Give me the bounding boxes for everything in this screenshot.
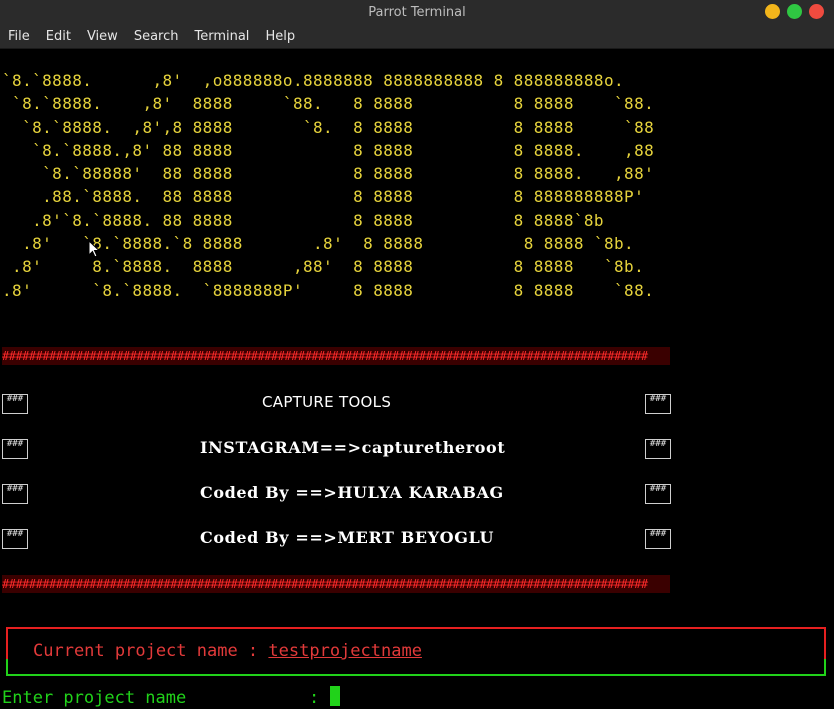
capture-row-author-1: ### Coded By ==>HULYA KARABAG ### xyxy=(0,483,834,506)
prompt-label: Enter project name : xyxy=(2,688,330,708)
author-1-text: Coded By ==>HULYA KARABAG xyxy=(200,483,504,502)
menu-file[interactable]: File xyxy=(0,29,38,44)
capture-title-row: ### CAPTURE TOOLS ### xyxy=(0,393,834,416)
banner-line: .8' 8.`8888. 8888 ,88' 8 8888 8 8888 `8b… xyxy=(2,257,645,277)
banner-line: `8.`8888. ,8' ,o888888o.8888888 88888888… xyxy=(2,71,625,90)
pillar-left: ### xyxy=(2,439,28,459)
menu-edit[interactable]: Edit xyxy=(38,29,79,44)
capture-row-author-2: ### Coded By ==>MERT BEYOGLU ### xyxy=(0,528,834,551)
minimize-button[interactable] xyxy=(765,4,780,19)
current-project-value: testprojectname xyxy=(268,641,422,661)
menu-bar: File Edit View Search Terminal Help xyxy=(0,24,834,49)
banner-line: `8.`8888. ,8',8 8888 `8. 8 8888 8 8888 `… xyxy=(2,117,655,137)
mouse-pointer-icon xyxy=(88,240,101,258)
capture-row-instagram: ### INSTAGRAM==>capturetheroot ### xyxy=(0,438,834,461)
author-2-text: Coded By ==>MERT BEYOGLU xyxy=(200,528,495,547)
ascii-banner: `8.`8888. ,8' ,o888888o.8888888 88888888… xyxy=(2,69,654,302)
text-cursor[interactable] xyxy=(329,686,340,706)
window-title: Parrot Terminal xyxy=(368,4,466,20)
menu-help[interactable]: Help xyxy=(257,29,303,44)
pillar-right: ### xyxy=(645,484,671,504)
pillar-left: ### xyxy=(2,529,28,549)
project-name-prompt[interactable]: Enter project name : xyxy=(2,686,340,708)
pillar-right: ### xyxy=(645,529,671,549)
menu-terminal[interactable]: Terminal xyxy=(186,29,257,44)
banner-line: `8.`8888. ,8' 8888 `88. 8 8888 8 8888 `8… xyxy=(2,94,655,114)
banner-line: `8.`88888' 88 8888 8 8888 8 8888. ,88' xyxy=(2,164,655,184)
capture-title: CAPTURE TOOLS xyxy=(262,393,392,411)
pillar-left: ### xyxy=(2,484,28,504)
window-controls xyxy=(765,4,824,19)
banner-line: .8'`8.`8888. 88 8888 8 8888 8 8888`8b xyxy=(2,210,604,230)
banner-line: .88.`8888. 88 8888 8 8888 8 888888888P' xyxy=(2,187,645,207)
title-bar[interactable]: Parrot Terminal xyxy=(0,0,834,24)
close-button[interactable] xyxy=(809,4,824,19)
banner-line: .8' `8.`8888. `8888888P' 8 8888 8 8888 `… xyxy=(2,280,655,300)
terminal-window: Parrot Terminal File Edit View Search Te… xyxy=(0,0,834,709)
hash-separator-bottom: ########################################… xyxy=(2,575,670,593)
menu-search[interactable]: Search xyxy=(126,29,187,44)
maximize-button[interactable] xyxy=(787,4,802,19)
pillar-left: ### xyxy=(2,394,28,414)
instagram-text: INSTAGRAM==>capturetheroot xyxy=(200,438,506,457)
pillar-right: ### xyxy=(645,439,671,459)
prompt-box xyxy=(6,659,826,676)
pillar-right: ### xyxy=(645,394,671,414)
terminal-output[interactable]: `8.`8888. ,8' ,o888888o.8888888 88888888… xyxy=(0,49,834,709)
banner-line: `8.`8888.,8' 88 8888 8 8888 8 8888. ,88 xyxy=(2,140,655,160)
current-project-line: Current project name : testprojectname xyxy=(33,641,422,661)
hash-separator-top: ########################################… xyxy=(2,347,670,365)
menu-view[interactable]: View xyxy=(79,29,126,44)
current-project-label: Current project name : xyxy=(33,641,269,661)
